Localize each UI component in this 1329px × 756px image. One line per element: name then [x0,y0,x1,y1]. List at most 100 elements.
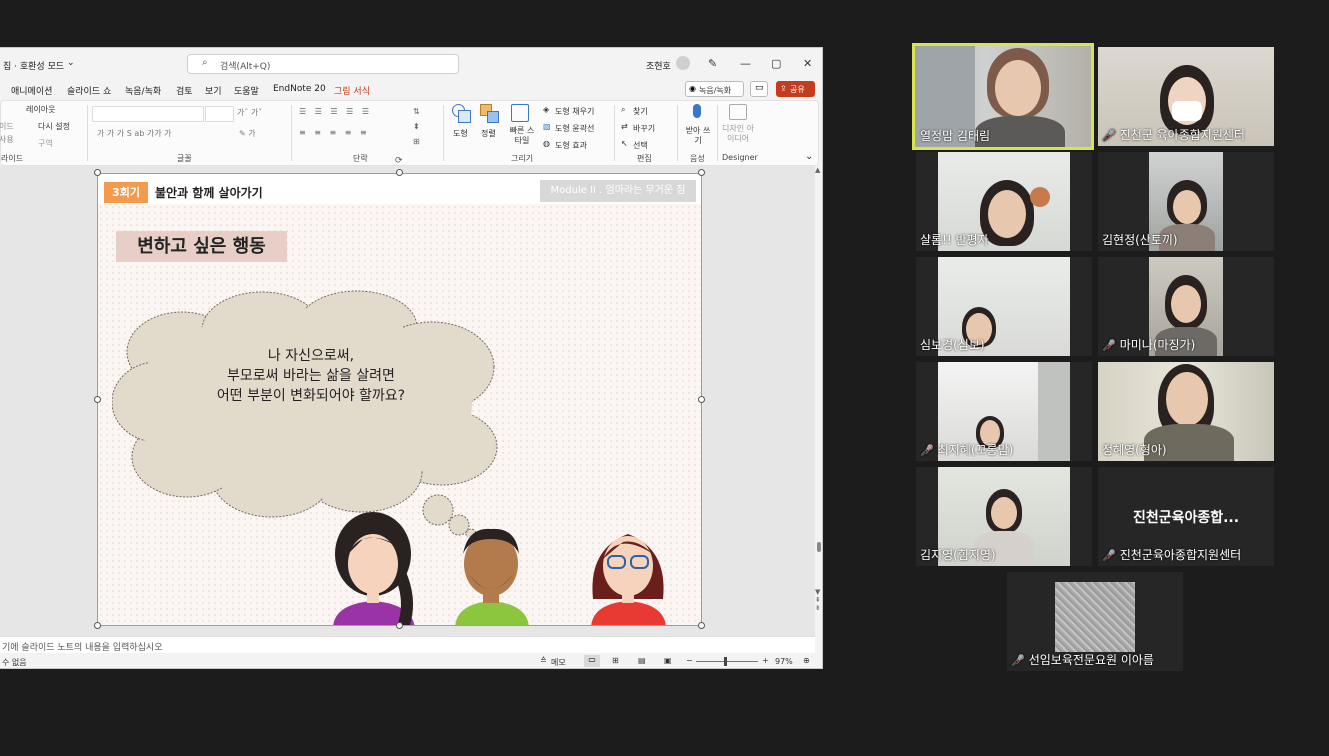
tab-record[interactable]: 녹음/녹화 [125,84,161,97]
scroll-down-icon[interactable]: ▼ ⇞ ⇟ [815,588,821,612]
tab-animation[interactable]: 애니메이션 [11,84,52,97]
maximize-icon[interactable]: ▢ [771,57,781,70]
reuse-slide-label[interactable]: 사용 [0,134,14,145]
shape-outline-button[interactable]: 도형 윤곽선 [555,123,594,134]
vertical-scrollbar[interactable]: ▲ ▼ ⇞ ⇟ [815,166,822,653]
notes-icon[interactable]: ≙ [540,656,547,665]
dictate-button[interactable]: 받아 쓰기 [685,126,711,146]
font-color-icon[interactable]: ✎ 가 [239,128,256,139]
tab-help[interactable]: 도움말 [234,84,259,97]
font-format-icons[interactable]: 가 가 가 S ab 가가 가 [97,128,171,139]
participant-tile[interactable]: 김현정(산토끼) [1098,152,1274,251]
tab-view[interactable]: 보기 [205,84,222,97]
shape-fill-button[interactable]: 도형 채우기 [555,106,594,117]
participant-tile[interactable]: 🎤̸ 선임보육전문요원 이아름 [1007,572,1183,671]
participant-name: 🎤̸ 진천군육아종합지원센터 [1102,548,1242,562]
participant-tile[interactable]: 김지영(힘지영) [916,467,1092,566]
select-icon[interactable]: ↖ [621,139,628,148]
rotate-icon[interactable]: ⟳ [395,156,403,166]
participant-tile[interactable]: 🎤̸ 진천군 육아종합지원센터 [1098,47,1274,146]
font-name-input[interactable] [92,106,204,122]
resize-handle[interactable] [94,622,101,629]
slide[interactable]: 3회기 불안과 함께 살아가기 Module II . 엄마라는 무거운 짐 변… [97,173,702,626]
microphone-icon[interactable] [693,104,701,118]
reset-button[interactable]: 다시 설정 [38,121,70,132]
participant-name: 샬롬!! 반평자 [920,233,989,247]
zoom-out-icon[interactable]: − [686,656,693,665]
tab-endnote[interactable]: EndNote 20 [273,84,326,94]
notes-button[interactable]: 메모 [551,657,566,668]
shapes-icon[interactable] [452,104,471,123]
slide-heading: 변하고 싶은 행동 [116,231,287,262]
slide-sorter-icon[interactable]: ⊞ [612,656,619,665]
tab-slideshow[interactable]: 슬라이드 쇼 [67,84,111,97]
zoom-slider-thumb[interactable] [724,657,727,666]
resize-handle[interactable] [94,169,101,176]
chevron-down-icon[interactable]: ⌄ [805,151,813,162]
align-text-icon[interactable]: ⬍ [413,122,420,131]
session-badge: 3회기 [104,182,148,203]
align-icons[interactable]: ≡ ≡ ≡ ≡ ≡ [299,128,370,137]
participant-tile[interactable]: 진천군육아종합... 🎤̸ 진천군육아종합지원센터 [1098,467,1274,566]
resize-handle[interactable] [698,622,705,629]
font-grow-icon[interactable]: 가ˆ 가ˇ [237,107,262,118]
user-name[interactable]: 조현호 [646,59,671,72]
arrange-icon[interactable] [480,104,499,123]
zoom-slider[interactable] [696,661,758,662]
comments-button[interactable]: ▭ [750,81,768,97]
minimize-icon[interactable]: — [740,57,751,70]
pen-icon[interactable]: ✎ [708,57,717,70]
resize-handle[interactable] [698,169,705,176]
group-slides-label: 라이드 [1,154,24,163]
avatar[interactable] [676,56,690,70]
document-title[interactable]: 집 · 호환성 모드 [3,59,64,72]
participant-tile[interactable]: 심보경(심보) [916,257,1092,356]
search-box[interactable]: ⌕ 검색(Alt+Q) [187,54,459,74]
design-ideas-icon[interactable] [729,104,747,120]
shape-button[interactable]: 도형 [453,128,468,139]
slideshow-icon[interactable]: ▣ [664,656,672,665]
share-button[interactable]: ⇪ 공유 [776,81,815,97]
quick-style-icon[interactable] [511,104,529,122]
tab-picture-format[interactable]: 그림 서식 [334,84,370,97]
outline-icon[interactable]: ▧ [543,122,551,131]
record-button[interactable]: ◉ 녹음/녹화 [685,81,744,97]
font-size-input[interactable] [205,106,234,122]
fit-to-window-icon[interactable]: ⊕ [803,656,810,665]
design-ideas-button[interactable]: 디자인 아이디어 [721,124,755,144]
zoom-in-icon[interactable]: + [762,656,769,665]
text-direction-icon[interactable]: ⇅ [413,107,420,116]
close-icon[interactable]: ✕ [803,57,812,70]
quick-style-button[interactable]: 빠른 스타일 [507,126,537,146]
resize-handle[interactable] [698,396,705,403]
zoom-level[interactable]: 97% [775,657,793,666]
select-button[interactable]: 선택 [633,140,648,151]
replace-icon[interactable]: ⇄ [621,122,628,131]
participant-tile[interactable]: 정혜영(형아) [1098,362,1274,461]
participant-tile[interactable]: 샬롬!! 반평자 [916,152,1092,251]
resize-handle[interactable] [94,396,101,403]
scroll-thumb[interactable] [817,542,821,552]
participant-tile[interactable]: 열정맘 김태림 [912,43,1094,150]
layout-button[interactable]: 레이아웃 [26,104,55,115]
participant-tile[interactable]: 🎤̸ 최지혜(꼬롱맘) [916,362,1092,461]
tab-review[interactable]: 검토 [176,84,193,97]
replace-button[interactable]: 바꾸기 [633,123,655,134]
effects-icon[interactable]: ◍ [543,139,550,148]
section-button[interactable]: 구역 [38,138,53,149]
find-icon[interactable]: ⌕ [621,105,625,115]
resize-handle[interactable] [396,169,403,176]
scroll-up-icon[interactable]: ▲ [815,166,820,174]
normal-view-icon[interactable]: ▭ [584,655,600,667]
new-slide-label[interactable]: 이드 [0,121,14,132]
resize-handle[interactable] [396,622,403,629]
participant-tile[interactable]: 🎤̸ 마미나(마징가) [1098,257,1274,356]
reading-view-icon[interactable]: ▤ [638,656,646,665]
find-button[interactable]: 찾기 [633,106,648,117]
list-icons[interactable]: ☰ ☰ ☰ ☰ ☰ [299,107,372,116]
fill-icon[interactable]: ◈ [543,105,549,114]
notes-pane[interactable]: 기에 슬라이드 노트의 내용을 입력하십시오 [0,636,815,654]
shape-effects-button[interactable]: 도형 효과 [555,140,587,151]
arrange-button[interactable]: 정렬 [481,128,496,139]
smartart-icon[interactable]: ⊞ [413,137,420,146]
